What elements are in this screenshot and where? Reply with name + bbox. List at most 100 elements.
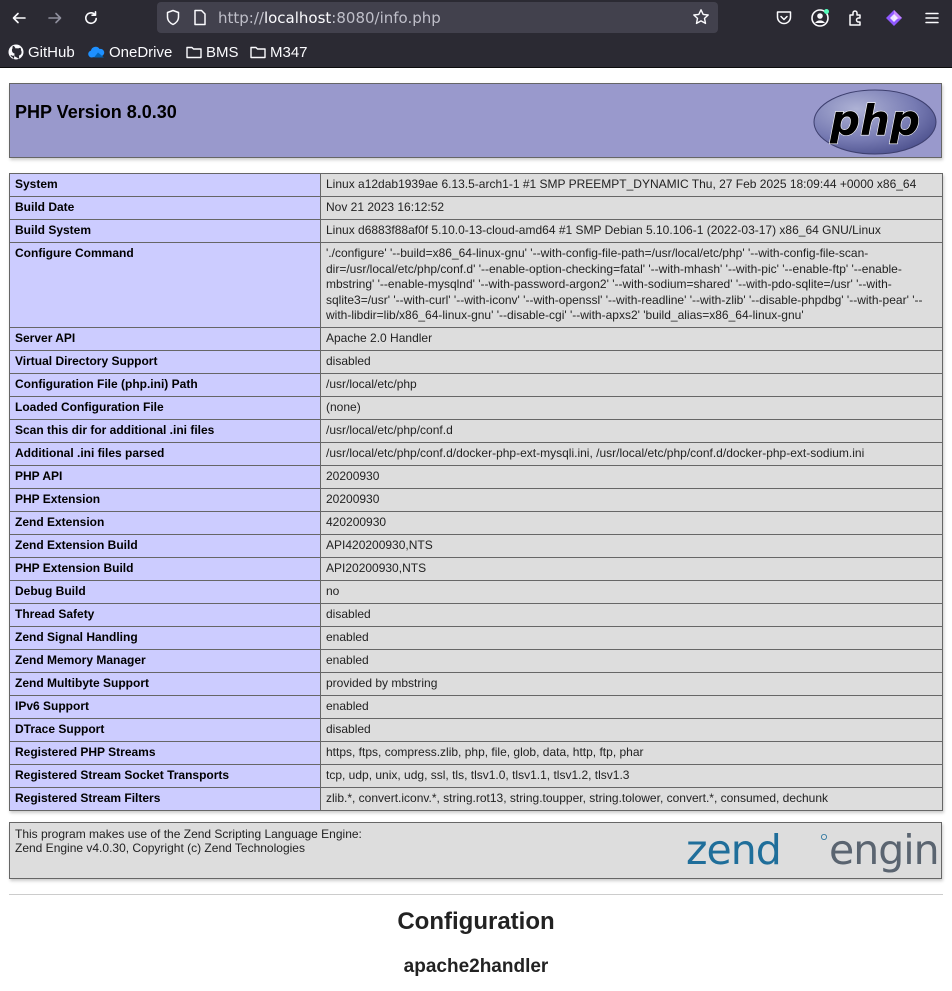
info-key: Registered PHP Streams [9, 740, 321, 765]
info-key: DTrace Support [9, 717, 321, 742]
account-button[interactable] [807, 5, 833, 31]
menu-button[interactable] [919, 5, 945, 31]
info-row: PHP Extension 20200930 [9, 487, 943, 512]
bookmark-m347[interactable]: M347 [250, 42, 308, 62]
pocket-button[interactable] [771, 5, 797, 31]
php-version-title: PHP Version 8.0.30 [15, 102, 177, 122]
info-row: Zend Multibyte Support provided by mbstri… [9, 671, 943, 696]
extension-gem-icon [886, 10, 902, 26]
info-row: Server API Apache 2.0 Handler [9, 326, 943, 351]
info-value: no [320, 579, 943, 604]
bookmark-onedrive[interactable]: OneDrive [87, 42, 172, 62]
info-value: enabled [320, 625, 943, 650]
bookmarks-toolbar: GitHub OneDrive BMS M347 [0, 36, 952, 68]
info-value: 20200930 [320, 464, 943, 489]
info-value: disabled [320, 349, 943, 374]
apache2handler-heading: apache2handler [403, 956, 549, 977]
info-row: DTrace Support disabled [9, 717, 943, 742]
info-row: Zend Memory Manager enabled [9, 648, 943, 673]
info-key: System [9, 173, 321, 197]
page-info-icon[interactable] [193, 9, 207, 26]
info-table-body: System Linux a12dab1939ae 6.13.5-arch1-1 … [9, 173, 943, 811]
forward-button[interactable] [41, 4, 69, 32]
forward-arrow-icon [48, 12, 62, 24]
info-value: API20200930,NTS [320, 556, 943, 581]
info-value: 420200930 [320, 510, 943, 535]
info-row: System Linux a12dab1939ae 6.13.5-arch1-1 … [9, 173, 943, 197]
info-value: enabled [320, 694, 943, 719]
info-key: Registered Stream Socket Transports [9, 763, 321, 788]
info-value: tcp, udp, unix, udg, ssl, tls, tlsv1.0, … [320, 763, 943, 788]
chrome-divider [0, 67, 952, 68]
info-key: IPv6 Support [9, 694, 321, 719]
info-key: PHP Extension [9, 487, 321, 512]
info-key: Additional .ini files parsed [9, 441, 321, 466]
info-value: enabled [320, 648, 943, 673]
address-bar[interactable]: http://localhost:8080/info.php [157, 2, 718, 33]
php-version-header: PHP Version 8.0.30 php [9, 83, 942, 158]
account-icon [811, 9, 829, 27]
info-row: Registered PHP Streams https, ftps, compr… [9, 740, 943, 765]
info-key: Virtual Directory Support [9, 349, 321, 374]
info-value: disabled [320, 717, 943, 742]
info-key: Configure Command [9, 242, 321, 328]
hamburger-menu-icon [925, 12, 939, 24]
info-row: PHP API 20200930 [9, 464, 943, 489]
info-row: Zend Signal Handling enabled [9, 625, 943, 650]
onedrive-icon [88, 46, 105, 58]
back-button[interactable] [5, 4, 33, 32]
info-key: Loaded Configuration File [9, 395, 321, 420]
extension-purple-button[interactable] [881, 5, 907, 31]
info-row: Build Date Nov 21 2023 16:12:52 [9, 196, 943, 220]
info-key: PHP Extension Build [9, 556, 321, 581]
horizontal-rule [9, 894, 943, 895]
info-key: Build Date [9, 196, 321, 220]
url-host: localhost [263, 9, 332, 27]
configuration-heading: Configuration [397, 908, 555, 935]
zend-line-2: Zend Engine v4.0.30, Copyright (c) Zend … [15, 841, 305, 855]
folder-icon [186, 46, 202, 59]
bookmark-bms[interactable]: BMS [186, 42, 239, 62]
info-key: Zend Multibyte Support [9, 671, 321, 696]
info-value: /usr/local/etc/php/conf.d/docker-php-ext… [320, 441, 943, 466]
url-prefix: http:// [218, 9, 264, 27]
bookmark-github[interactable]: GitHub [8, 42, 75, 62]
info-key: Zend Memory Manager [9, 648, 321, 673]
browser-chrome: http://localhost:8080/info.php GitHub On… [0, 0, 952, 68]
back-arrow-icon [12, 12, 26, 24]
info-value: Nov 21 2023 16:12:52 [320, 196, 943, 220]
info-row: Registered Stream Filters zlib.*, convert… [9, 786, 943, 811]
url-text[interactable]: http://localhost:8080/info.php [218, 9, 441, 27]
info-row: Build System Linux d6883f88af0f 5.10.0-13… [9, 219, 943, 243]
info-value: /usr/local/etc/php/conf.d [320, 418, 943, 443]
info-row: Loaded Configuration File (none) [9, 395, 943, 420]
php-logo-link[interactable]: php [813, 89, 937, 160]
info-row: Debug Build no [9, 579, 943, 604]
zend-engine-logo: zend engine [686, 826, 952, 874]
info-row: Registered Stream Socket Transports tcp, … [9, 763, 943, 788]
info-row: Zend Extension Build API420200930,NTS [9, 533, 943, 558]
bookmark-label: GitHub [28, 43, 75, 61]
extensions-button[interactable] [843, 5, 869, 31]
info-key: Zend Signal Handling [9, 625, 321, 650]
php-logo-text: php [829, 96, 920, 145]
info-value: './configure' '--build=x86_64-linux-gnu'… [320, 242, 943, 328]
registered-mark [820, 834, 827, 840]
info-value: API420200930,NTS [320, 533, 943, 558]
info-value: https, ftps, compress.zlib, php, file, g… [320, 740, 943, 765]
info-key: Scan this dir for additional .ini files [9, 418, 321, 443]
info-row: Configure Command './configure' '--build=… [9, 242, 943, 328]
bookmark-star-icon[interactable] [692, 8, 710, 26]
shield-icon[interactable] [165, 9, 181, 26]
zend-engine-logo-link[interactable]: zend engine [686, 826, 952, 880]
info-row: Virtual Directory Support disabled [9, 349, 943, 374]
info-row: PHP Extension Build API20200930,NTS [9, 556, 943, 581]
zend-line-1: This program makes use of the Zend Scrip… [15, 827, 362, 841]
reload-button[interactable] [77, 4, 105, 32]
navigation-toolbar: http://localhost:8080/info.php [0, 0, 952, 36]
bookmark-label: M347 [270, 43, 308, 61]
bookmark-label: BMS [206, 43, 239, 61]
info-row: Additional .ini files parsed/usr/local/e… [9, 441, 943, 466]
info-value: (none) [320, 395, 943, 420]
info-key: Build System [9, 219, 321, 243]
